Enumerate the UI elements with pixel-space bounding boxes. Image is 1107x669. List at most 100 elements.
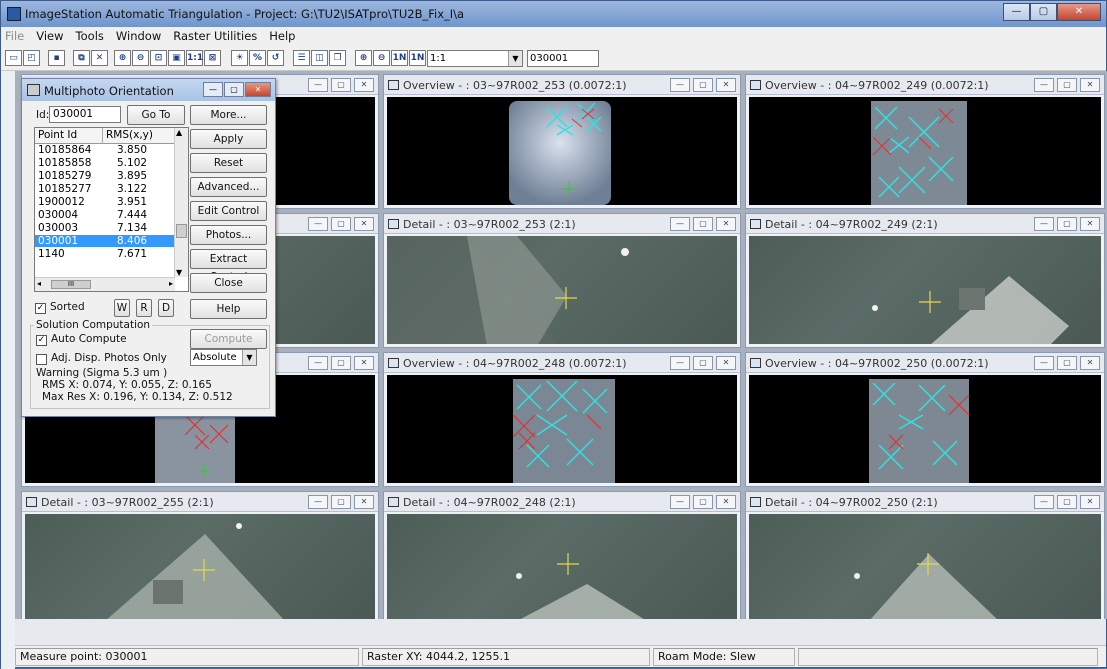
zoom-select[interactable]: 1:1 ▼ (427, 50, 523, 67)
pane-maximize-button[interactable]: ▢ (693, 78, 713, 92)
pane-detail-253[interactable]: Detail - : 03~97R002_253 (2:1) — ▢ ✕ (383, 213, 741, 348)
menu-view[interactable]: View (36, 29, 63, 43)
id-input[interactable]: 030001 (49, 106, 121, 123)
one-to-n-icon[interactable]: 1N (391, 50, 408, 66)
pane-maximize-button[interactable]: ▢ (331, 356, 351, 370)
pane-maximize-button[interactable]: ▢ (1057, 356, 1077, 370)
maximize-button[interactable]: ▢ (1030, 3, 1057, 21)
zoom-window-icon[interactable]: ⊡ (150, 50, 167, 66)
zoom-in2-icon[interactable]: ⊕ (355, 50, 372, 66)
pane-minimize-button[interactable]: — (670, 495, 690, 509)
chevron-down-icon[interactable]: ▼ (242, 350, 256, 365)
point-list[interactable]: Point Id RMS(x,y) 10185864 3.850 10185858… (34, 127, 189, 292)
roam-icon[interactable]: ↺ (267, 50, 284, 66)
save-icon[interactable]: ▪ (48, 50, 65, 66)
scroll-thumb[interactable] (176, 224, 187, 238)
pane-maximize-button[interactable]: ▢ (331, 78, 351, 92)
pane-maximize-button[interactable]: ▢ (693, 495, 713, 509)
tile-vertical-icon[interactable]: ◫ (311, 50, 328, 66)
pane-minimize-button[interactable]: — (1034, 78, 1054, 92)
pane-detail-255[interactable]: Detail - : 03~97R002_255 (2:1) — ▢ ✕ (21, 491, 379, 623)
dialog-minimize-button[interactable]: — (203, 82, 223, 97)
hscroll-thumb[interactable]: III (51, 280, 91, 289)
dialog-close-button[interactable]: ✕ (245, 82, 271, 97)
pane-maximize-button[interactable]: ▢ (1057, 78, 1077, 92)
scroll-down-icon[interactable]: ▼ (176, 268, 182, 277)
pane-minimize-button[interactable]: — (1034, 356, 1054, 370)
pane-minimize-button[interactable]: — (1034, 495, 1054, 509)
overview-image[interactable] (387, 375, 737, 483)
help-button[interactable]: Help (190, 299, 267, 319)
pane-close-button[interactable]: ✕ (716, 495, 736, 509)
zoom-out2-icon[interactable]: ⊖ (373, 50, 390, 66)
scroll-up-icon[interactable]: ▲ (176, 128, 182, 137)
sorted-checkbox[interactable]: ✓ (35, 303, 46, 314)
contrast-icon[interactable]: % (249, 50, 266, 66)
detail-image[interactable] (25, 514, 375, 619)
zoom-out-icon[interactable]: ⊖ (132, 50, 149, 66)
goto-button[interactable]: Go To (127, 105, 185, 125)
fit-icon[interactable]: ▣ (168, 50, 185, 66)
list-horizontal-scrollbar[interactable]: ◂ III ▸ (35, 277, 175, 291)
copy-icon[interactable]: ⧉ (73, 50, 90, 66)
pane-close-button[interactable]: ✕ (1080, 217, 1100, 231)
pane-overview-253[interactable]: Overview - : 03~97R002_253 (0.0072:1) — ▢… (383, 74, 741, 209)
dialog-close-btn[interactable]: Close (190, 273, 267, 293)
pane-close-button[interactable]: ✕ (1080, 356, 1100, 370)
one-to-n2-icon[interactable]: 1N (409, 50, 426, 66)
pane-close-button[interactable]: ✕ (1080, 495, 1100, 509)
pane-detail-249[interactable]: Detail - : 04~97R002_249 (2:1) — ▢ ✕ (745, 213, 1105, 348)
list-item-selected[interactable]: 030001 8.406 (35, 235, 175, 247)
pane-overview-248[interactable]: Overview - : 04~97R002_248 (0.0072:1) — ▢… (383, 352, 741, 487)
list-item[interactable]: 030003 7.134 (35, 222, 175, 234)
edit-control-button[interactable]: Edit Control (190, 201, 267, 221)
pane-detail-250[interactable]: Detail - : 04~97R002_250 (2:1) — ▢ ✕ (745, 491, 1105, 623)
menu-window[interactable]: Window (116, 29, 161, 43)
list-item[interactable]: 10185277 3.122 (35, 183, 175, 195)
list-item[interactable]: 030004 7.444 (35, 209, 175, 221)
tile-horizontal-icon[interactable]: ☰ (293, 50, 310, 66)
open-icon[interactable]: ◰ (23, 50, 40, 66)
pane-minimize-button[interactable]: — (308, 217, 328, 231)
pane-overview-250[interactable]: Overview - : 04~97R002_250 (0.0072:1) — ▢… (745, 352, 1105, 487)
pane-minimize-button[interactable]: — (308, 495, 328, 509)
auto-compute-checkbox[interactable]: ✓ (36, 335, 47, 346)
pane-maximize-button[interactable]: ▢ (331, 217, 351, 231)
menu-tools[interactable]: Tools (76, 29, 104, 43)
photos-button[interactable]: Photos... (190, 225, 267, 245)
pane-minimize-button[interactable]: — (670, 217, 690, 231)
pane-minimize-button[interactable]: — (670, 78, 690, 92)
cascade-icon[interactable]: ❐ (329, 50, 346, 66)
pane-close-button[interactable]: ✕ (354, 495, 374, 509)
overview-image[interactable] (749, 97, 1101, 205)
pane-close-button[interactable]: ✕ (354, 217, 374, 231)
new-icon[interactable]: ▭ (5, 50, 22, 66)
col-point-id[interactable]: Point Id (35, 128, 103, 144)
overview-image[interactable] (749, 375, 1101, 483)
scroll-right-icon[interactable]: ▸ (169, 279, 173, 288)
pane-maximize-button[interactable]: ▢ (331, 495, 351, 509)
detail-image[interactable] (749, 236, 1101, 344)
overview-image[interactable] (387, 97, 737, 205)
extract-control-button[interactable]: Extract Control (190, 249, 267, 283)
close-button[interactable]: ✕ (1057, 3, 1101, 21)
detail-image[interactable] (387, 514, 737, 619)
list-item[interactable]: 10185279 3.895 (35, 170, 175, 182)
pane-minimize-button[interactable]: — (308, 78, 328, 92)
pane-close-button[interactable]: ✕ (354, 356, 374, 370)
chevron-down-icon[interactable]: ▼ (508, 51, 522, 66)
pane-close-button[interactable]: ✕ (716, 356, 736, 370)
dialog-maximize-button[interactable]: ▢ (224, 82, 244, 97)
delete-icon[interactable]: ✕ (91, 50, 108, 66)
apply-button[interactable]: Apply (190, 129, 267, 149)
pane-minimize-button[interactable]: — (308, 356, 328, 370)
sort-w-button[interactable]: W (114, 299, 130, 317)
window-icon[interactable]: ⊠ (204, 50, 221, 66)
zoom-in-icon[interactable]: ⊕ (114, 50, 131, 66)
pane-close-button[interactable]: ✕ (716, 78, 736, 92)
pane-maximize-button[interactable]: ▢ (1057, 217, 1077, 231)
menu-raster-utilities[interactable]: Raster Utilities (173, 29, 257, 43)
point-id-input[interactable]: 030001 (527, 50, 599, 67)
list-item[interactable]: 1140 7.671 (35, 248, 175, 260)
list-item[interactable]: 10185864 3.850 (35, 144, 175, 156)
